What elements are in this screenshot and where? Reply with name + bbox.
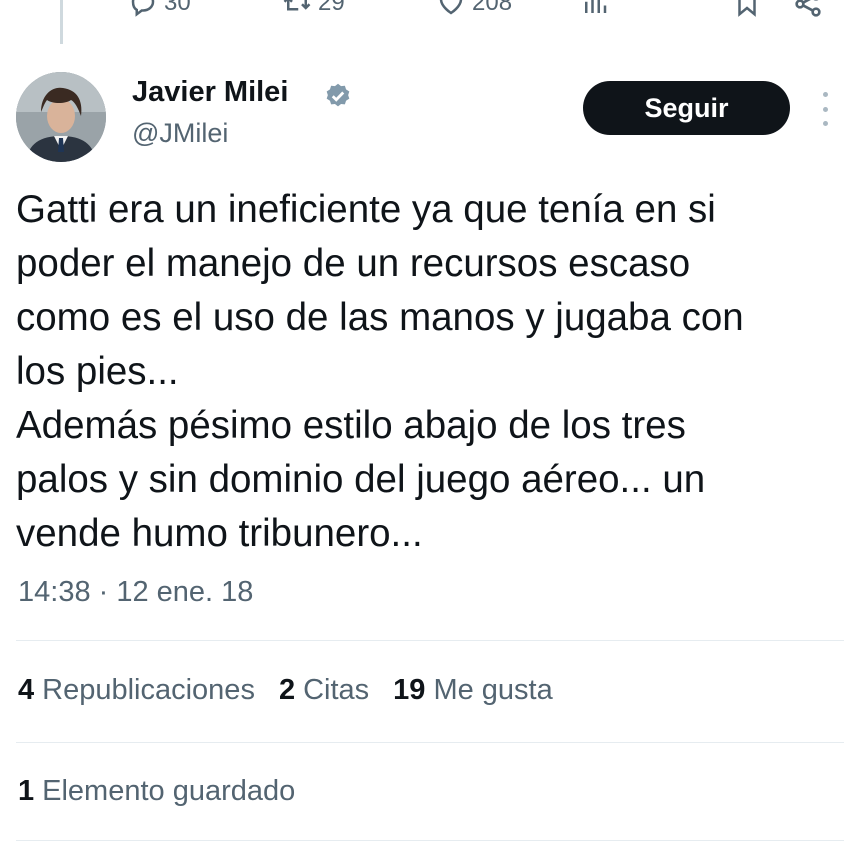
reposts-count: 4 [18, 674, 35, 706]
more-dot [822, 106, 828, 112]
share-icon [795, 0, 821, 17]
author-display-name[interactable]: Javier Milei [132, 76, 288, 109]
quotes-label: Citas [303, 674, 370, 706]
reply-action[interactable]: 30 [128, 0, 191, 18]
reply-count: 30 [164, 0, 191, 16]
likes-label: Me gusta [433, 674, 553, 706]
bookmarks-count: 1 [18, 775, 35, 807]
likes-stat[interactable]: 19 Me gusta [393, 674, 553, 707]
divider [16, 840, 844, 841]
bookmark-icon [738, 0, 756, 17]
tweet-line: los pies... [16, 350, 179, 393]
more-dot [822, 92, 828, 97]
divider [16, 640, 844, 641]
verified-badge-icon [326, 83, 350, 107]
previous-tweet-action-bar: 30 29 208 [0, 0, 860, 24]
quotes-stat[interactable]: 2 Citas [279, 674, 369, 707]
tweet-line: poder el manejo de un recursos escaso [16, 242, 691, 285]
views-icon [585, 0, 607, 13]
views-action[interactable] [580, 0, 610, 18]
more-dot [822, 121, 828, 126]
divider [16, 742, 844, 743]
profile-photo [16, 72, 106, 162]
tweet-text: Gatti era un ineficiente ya que tenía en… [16, 183, 816, 561]
avatar[interactable] [16, 72, 106, 162]
reply-icon [131, 0, 155, 17]
reposts-stat[interactable]: 4 Republicaciones [18, 674, 255, 707]
like-count: 208 [472, 0, 513, 16]
author-handle[interactable]: @JMilei [132, 118, 228, 149]
more-options-icon[interactable] [815, 92, 835, 126]
tweet-line: como es el uso de las manos y jugaba con [16, 296, 744, 339]
like-icon [439, 0, 463, 15]
quotes-count: 2 [278, 674, 296, 706]
bookmarks-label: Elemento guardado [42, 775, 296, 807]
follow-button[interactable]: Seguir [583, 81, 790, 135]
repost-icon [283, 0, 311, 11]
likes-count: 19 [393, 674, 426, 706]
bookmark-action[interactable] [732, 0, 762, 18]
tweet-line: Gatti era un ineficiente ya que tenía en… [16, 188, 716, 231]
tweet-line: vende humo tribunero... [16, 512, 423, 555]
engagement-stats: 4 Republicaciones 2 Citas 19 Me gusta [18, 674, 577, 707]
tweet-timestamp[interactable]: 14:38 · 12 ene. 18 [18, 576, 253, 609]
like-action[interactable]: 208 [436, 0, 512, 18]
repost-action[interactable]: 29 [282, 0, 345, 18]
tweet-line: palos y sin dominio del juego aéreo... u… [16, 458, 706, 501]
share-action[interactable] [792, 0, 824, 20]
bookmarks-stat[interactable]: 1 Elemento guardado [18, 775, 295, 808]
tweet-line: Además pésimo estilo abajo de los tres [16, 404, 686, 447]
reposts-label: Republicaciones [42, 674, 255, 706]
repost-count: 29 [318, 0, 345, 16]
